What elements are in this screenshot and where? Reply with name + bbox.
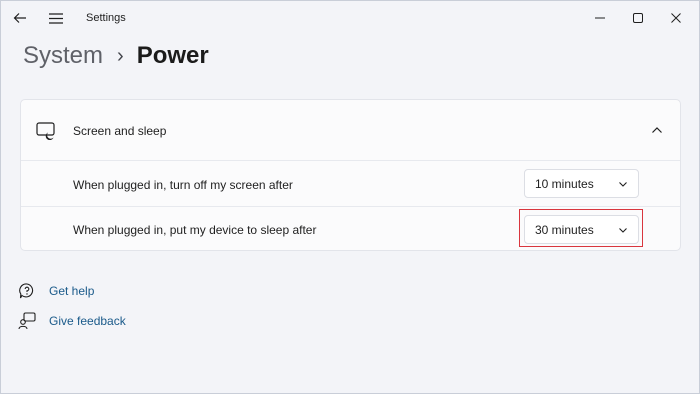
- screen-off-setting-row: When plugged in, turn off my screen afte…: [21, 162, 680, 207]
- give-feedback-label: Give feedback: [49, 314, 126, 328]
- get-help-label: Get help: [49, 284, 95, 298]
- help-chat-icon: [19, 283, 34, 299]
- app-title: Settings: [86, 12, 126, 24]
- feedback-person-icon: [18, 312, 36, 330]
- minimize-icon: [595, 17, 605, 19]
- get-help-link[interactable]: Get help: [18, 281, 94, 301]
- collapse-button[interactable]: [647, 120, 667, 140]
- screen-and-sleep-title: Screen and sleep: [73, 124, 167, 138]
- breadcrumb: System › Power: [23, 39, 209, 73]
- sleep-setting-row: When plugged in, put my device to sleep …: [21, 207, 680, 252]
- screen-sleep-icon: [36, 122, 55, 140]
- chevron-up-icon: [652, 127, 662, 133]
- page-title: Power: [136, 42, 209, 69]
- maximize-button[interactable]: [621, 3, 655, 33]
- breadcrumb-system-link[interactable]: System: [23, 42, 103, 70]
- close-button[interactable]: [659, 3, 693, 33]
- sleep-label: When plugged in, put my device to sleep …: [73, 223, 317, 237]
- hamburger-menu-icon: [49, 12, 63, 24]
- chevron-down-icon: [619, 228, 627, 233]
- minimize-button[interactable]: [583, 3, 617, 33]
- give-feedback-link[interactable]: Give feedback: [18, 311, 126, 331]
- close-icon: [671, 13, 681, 23]
- screen-off-dropdown[interactable]: 10 minutes: [524, 169, 639, 198]
- back-arrow-icon: [13, 13, 26, 23]
- back-button[interactable]: [3, 3, 37, 33]
- navigation-menu-button[interactable]: [39, 3, 73, 33]
- settings-window: Settings System › Power Screen and sleep…: [0, 0, 700, 394]
- chevron-down-icon: [619, 182, 627, 187]
- screen-off-label: When plugged in, turn off my screen afte…: [73, 178, 293, 192]
- title-bar: Settings: [1, 1, 699, 35]
- maximize-icon: [633, 13, 643, 23]
- sleep-dropdown[interactable]: 30 minutes: [524, 215, 639, 244]
- breadcrumb-chevron-icon: ›: [117, 44, 124, 67]
- sleep-value: 30 minutes: [535, 223, 594, 237]
- screen-and-sleep-header[interactable]: Screen and sleep: [21, 100, 680, 161]
- screen-and-sleep-card: Screen and sleep When plugged in, turn o…: [20, 99, 681, 251]
- screen-off-value: 10 minutes: [535, 177, 594, 191]
